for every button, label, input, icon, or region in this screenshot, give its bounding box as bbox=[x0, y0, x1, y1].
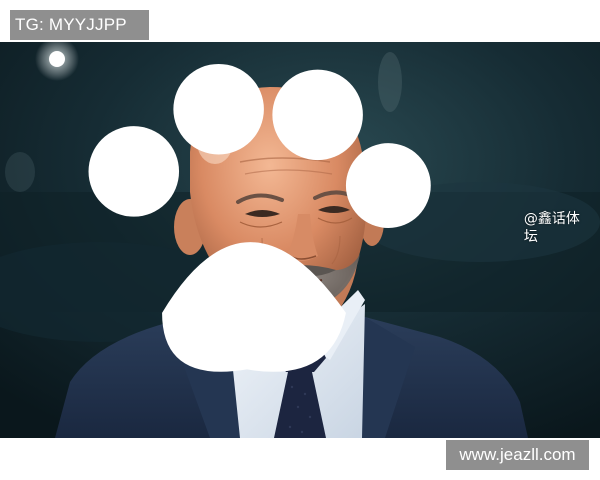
photo: @鑫话体坛 bbox=[0, 42, 600, 438]
page: TG: MYYJJPP @鑫话体坛 www.jeazll.com bbox=[0, 0, 600, 480]
photo-caption-text: @鑫话体坛 bbox=[523, 211, 580, 245]
url-watermark: www.jeazll.com bbox=[446, 440, 589, 470]
photo-caption: @鑫话体坛 bbox=[0, 42, 588, 426]
paw-icon bbox=[88, 63, 431, 372]
tg-watermark: TG: MYYJJPP bbox=[10, 10, 149, 40]
